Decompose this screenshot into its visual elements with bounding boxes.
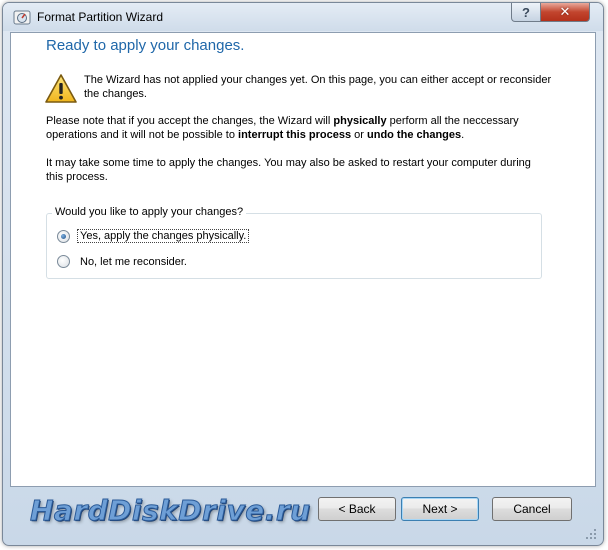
close-icon: ✕ [559,4,571,19]
page-title: Ready to apply your changes. [46,37,245,54]
back-button[interactable]: < Back [318,497,396,521]
window-title: Format Partition Wizard [37,10,164,24]
help-button[interactable]: ? [511,3,541,22]
radio-button-selected[interactable] [57,229,70,243]
note-emphasis: physically [333,115,387,127]
next-button[interactable]: Next > [401,497,479,521]
note-text: Please note that if you accept the chang… [46,115,334,127]
time-note: It may take some time to apply the chang… [46,157,531,183]
title-bar[interactable]: Format Partition Wizard ? ✕ [3,3,603,31]
warning-text: The Wizard has not applied your changes … [84,74,552,100]
cancel-button[interactable]: Cancel [492,497,572,521]
reconsider-option[interactable]: No, let me reconsider. [57,255,190,268]
note-text: or [351,129,367,141]
apply-choice-group [46,213,542,279]
note-emphasis: undo the changes [367,129,462,141]
help-icon: ? [522,4,530,20]
close-button[interactable]: ✕ [540,3,590,22]
watermark-logo: HardDiskDrive.ru [30,494,311,528]
resize-grip-icon[interactable] [585,528,597,540]
app-icon [13,10,31,25]
note-emphasis: interrupt this process [238,129,352,141]
group-legend: Would you like to apply your changes? [52,206,247,218]
note-paragraph: Please note that if you accept the chang… [46,114,546,142]
note-text: . [461,129,465,141]
warning-icon [45,74,77,103]
apply-changes-option[interactable]: Yes, apply the changes physically. [57,229,250,243]
radio-dot [61,233,66,239]
option-label[interactable]: Yes, apply the changes physically. [77,229,250,243]
option-label[interactable]: No, let me reconsider. [77,256,190,268]
radio-button[interactable] [57,255,70,268]
